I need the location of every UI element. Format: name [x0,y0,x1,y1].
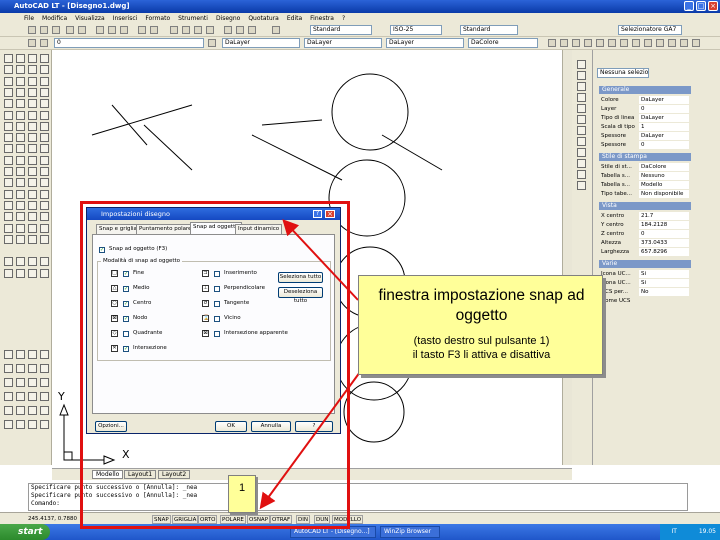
callout-subtitle-line: (tasto destro sul pulsante 1) [413,335,550,347]
marker-label: 1 [228,475,256,513]
callout-subtitle-line: il tasto F3 li attiva e disattiva [412,349,551,361]
arrow-to-osnap [259,371,361,510]
callout-title: finestra impostazione snap ad oggetto [378,287,585,324]
callout-subtitle: (tasto destro sul pulsante 1) il tasto F… [359,334,604,362]
arrow-to-dialog [282,219,359,301]
callout-arrows [259,219,361,510]
explanation-callout: finestra impostazione snap ad oggetto (t… [358,275,603,375]
